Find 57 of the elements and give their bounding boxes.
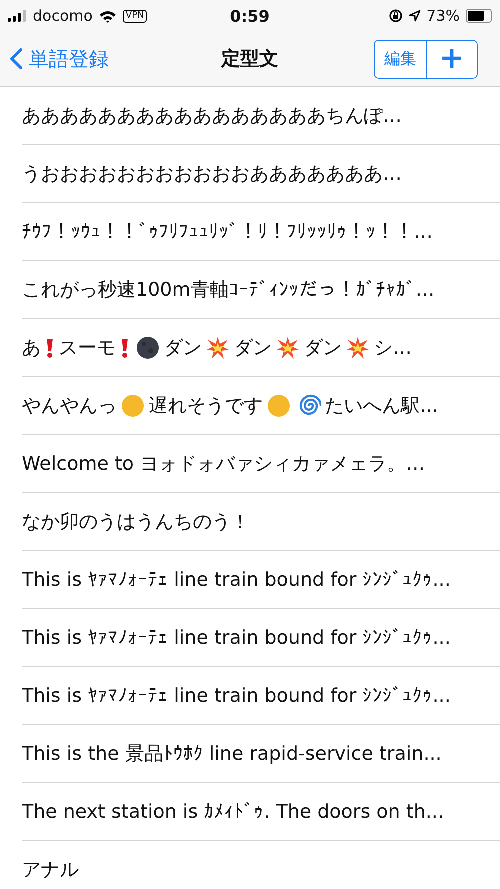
- rotation-lock-icon: [388, 9, 403, 23]
- collision-icon: [276, 336, 300, 360]
- phrase-text: うおおおおおおおおおおおあああああああ…: [22, 162, 402, 186]
- face-icon: [267, 394, 291, 418]
- exclamation-icon: [120, 336, 130, 358]
- phrase-text: シ…: [374, 336, 412, 360]
- wifi-icon: [98, 10, 117, 22]
- edit-button[interactable]: 編集: [375, 40, 426, 78]
- collision-icon: [206, 336, 230, 360]
- collision-icon: [346, 336, 370, 360]
- add-button[interactable]: +: [426, 40, 477, 78]
- phrase-text: The next station is ｶﾒｨﾄﾞｩ. The doors on th...: [22, 800, 444, 822]
- phrase-text: アナル: [22, 858, 79, 882]
- phrase-text: やんやんっ: [22, 394, 117, 418]
- dark-moon-icon: [136, 336, 160, 360]
- carrier-name: docomo: [33, 7, 93, 25]
- phrase-text: This is the 景品ﾄｳﾎｸ line rapid-service train...: [22, 742, 442, 766]
- phrase-text: ﾁｳﾌ！ｯｳｭ！！ﾞｩﾌﾘﾌｭｭﾘｯﾞ！ﾘ！ﾌﾘｯｯﾘｩ！ｯ！！…: [22, 220, 433, 242]
- phrase-row[interactable]: ああああああああああああああああちんぽ…: [22, 87, 500, 145]
- phrase-text: This is ﾔｧﾏﾉｫｰﾃｪ line train bound for ｼﾝｼﾞｭｸｩ...: [22, 684, 451, 706]
- phrase-row[interactable]: This is ﾔｧﾏﾉｫｰﾃｪ line train bound for ｼﾝｼﾞｭｸｩ...: [22, 667, 500, 725]
- phrase-row[interactable]: あ スーモ ダン ダン ダン シ…: [22, 319, 500, 377]
- spiral-icon: [297, 394, 321, 418]
- phrase-row[interactable]: This is the 景品ﾄｳﾎｸ line rapid-service train...: [22, 725, 500, 783]
- phrase-text: ああああああああああああああああちんぽ…: [22, 104, 402, 128]
- battery-percent: 73%: [426, 7, 460, 25]
- phrase-text: This is ﾔｧﾏﾉｫｰﾃｪ line train bound for ｼﾝｼﾞｭｸｩ...: [22, 626, 451, 648]
- location-arrow-icon: [408, 10, 421, 22]
- back-chevron-icon: [10, 48, 23, 70]
- phrase-row[interactable]: アナル: [22, 841, 500, 889]
- phrase-row[interactable]: ﾁｳﾌ！ｯｳｭ！！ﾞｩﾌﾘﾌｭｭﾘｯﾞ！ﾘ！ﾌﾘｯｯﾘｩ！ｯ！！…: [22, 203, 500, 261]
- phrase-row[interactable]: やんやんっ 遅れそうです たいへん駅...: [22, 377, 500, 435]
- phrase-text: たいへん駅...: [325, 394, 438, 418]
- back-button[interactable]: 単語登録: [10, 46, 109, 72]
- face-icon: [121, 394, 145, 418]
- exclamation-icon: [45, 336, 55, 358]
- signal-icon: [8, 10, 27, 22]
- phrase-row[interactable]: これがっ秒速100m青軸ｺｰﾃﾞｨﾝｯだっ！ｶﾞﾁｬｶﾞ…: [22, 261, 500, 319]
- phrase-text: This is ﾔｧﾏﾉｫｰﾃｪ line train bound for ｼﾝｼﾞｭｸｩ...: [22, 568, 451, 590]
- phrase-text: これがっ秒速100m青軸ｺｰﾃﾞｨﾝｯだっ！ｶﾞﾁｬｶﾞ…: [22, 278, 435, 302]
- phrase-text: スーモ: [59, 336, 116, 360]
- phrase-text: ダン: [304, 336, 342, 360]
- phrase-row[interactable]: うおおおおおおおおおおおあああああああ…: [22, 145, 500, 203]
- phrase-row[interactable]: なか卯のうはうんちのう！: [22, 493, 500, 551]
- phrase-row[interactable]: This is ﾔｧﾏﾉｫｰﾃｪ line train bound for ｼﾝｼﾞｭｸｩ...: [22, 551, 500, 609]
- nav-title: 定型文: [222, 47, 278, 72]
- phrase-row[interactable]: The next station is ｶﾒｨﾄﾞｩ. The doors on th...: [22, 783, 500, 841]
- phrase-text: ダン: [164, 336, 202, 360]
- phrase-text: ダン: [234, 336, 272, 360]
- phrase-text: 遅れそうです: [149, 394, 263, 418]
- status-time: 0:59: [230, 6, 270, 26]
- phrase-text: なか卯のうはうんちのう！: [22, 510, 250, 534]
- phrase-text: Welcome to ヨォドォバァシィカァメェラ。…: [22, 452, 426, 476]
- phrase-row[interactable]: This is ﾔｧﾏﾉｫｰﾃｪ line train bound for ｼﾝｼﾞｭｸｩ...: [22, 609, 500, 667]
- vpn-badge: VPN: [122, 10, 148, 22]
- phrase-row[interactable]: Welcome to ヨォドォバァシィカァメェラ。…: [22, 435, 500, 493]
- phrase-text: あ: [22, 336, 41, 360]
